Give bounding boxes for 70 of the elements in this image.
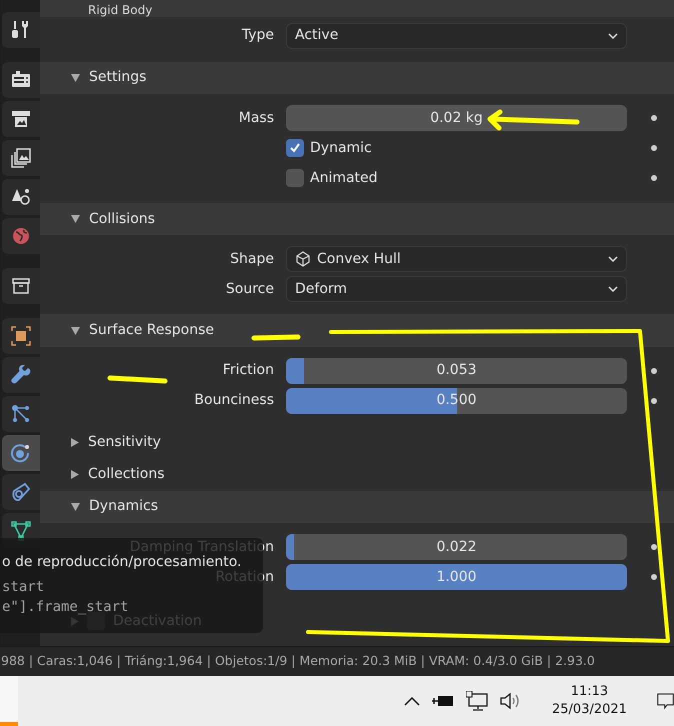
- field-label: Shape: [230, 250, 274, 267]
- dropdown[interactable]: Deform: [286, 276, 627, 302]
- camera-back-icon: [11, 70, 31, 90]
- field-label: Source: [226, 280, 274, 297]
- tooltip-text: o de reproducción/procesamiento.: [2, 554, 242, 570]
- properties-tab[interactable]: [2, 357, 40, 393]
- collapsed-triangle-icon[interactable]: [71, 438, 79, 447]
- expanded-triangle-icon[interactable]: [71, 502, 80, 511]
- section-header[interactable]: Collections: [88, 464, 165, 485]
- battery-plug-icon[interactable]: [432, 694, 454, 708]
- object-square-icon: [11, 326, 31, 346]
- annotation-stroke: [252, 334, 300, 340]
- section-header[interactable]: Dynamics: [89, 496, 158, 518]
- box-icon: [11, 276, 31, 296]
- chevron-up-icon[interactable]: [404, 696, 420, 706]
- chevron-down-icon: [608, 256, 618, 262]
- dropdown[interactable]: Active: [286, 22, 627, 49]
- slider-field[interactable]: 0.053: [286, 358, 627, 384]
- status-text: 988 | Caras:1,046 | Triáng:1,964 | Objetos:1/9 | Memoria: 20.3 MiB | VRAM: 0.4/3.0 GiB | 2.93.0: [0, 652, 595, 670]
- expanded-triangle-icon[interactable]: [71, 326, 80, 335]
- checkbox-label: Dynamic: [310, 138, 372, 158]
- checkbox-label: Animated: [310, 168, 378, 188]
- clock-time: 11:13: [570, 683, 608, 701]
- checkbox[interactable]: [286, 139, 304, 158]
- checkbox[interactable]: [286, 169, 304, 188]
- properties-tab[interactable]: [2, 179, 40, 215]
- section-header[interactable]: Sensitivity: [88, 432, 161, 453]
- properties-tab[interactable]: [2, 140, 40, 176]
- printer-icon: [11, 109, 31, 129]
- properties-tab[interactable]: [2, 318, 40, 354]
- field-label: Type: [242, 27, 274, 44]
- chevron-down-icon: [608, 286, 618, 292]
- number-field[interactable]: 0.02 kg: [286, 105, 627, 132]
- section-header[interactable]: Collisions: [89, 208, 155, 230]
- field-label: Mass: [238, 110, 274, 126]
- slider-field[interactable]: 0.022: [286, 534, 627, 560]
- screwdriver-wrench-icon: [11, 20, 31, 40]
- section-header[interactable]: Settings: [89, 67, 146, 88]
- tick-icon: [289, 142, 301, 154]
- properties-tab[interactable]: [2, 12, 40, 48]
- triangle-mesh-icon: [11, 521, 31, 541]
- globe-icon: [11, 226, 31, 246]
- properties-tab[interactable]: [2, 474, 40, 510]
- clock-date: 25/03/2021: [552, 701, 627, 719]
- speech-bubble-icon[interactable]: [656, 691, 674, 711]
- clock[interactable]: 11:13 25/03/2021: [552, 683, 627, 719]
- panel-title[interactable]: Rigid Body: [88, 2, 152, 17]
- orbit-icon: [11, 443, 31, 463]
- wrench-icon: [11, 365, 31, 385]
- field-label: Friction: [222, 362, 274, 378]
- linked-rings-icon: [11, 482, 31, 502]
- field-label: Bounciness: [194, 392, 274, 408]
- properties-tab[interactable]: [2, 101, 40, 137]
- chevron-down-icon: [608, 32, 618, 39]
- expanded-triangle-icon[interactable]: [71, 215, 80, 224]
- dropdown[interactable]: Convex Hull: [286, 246, 627, 272]
- taskbar-app-tile[interactable]: [0, 676, 18, 726]
- collapsed-triangle-icon[interactable]: [71, 470, 79, 479]
- expanded-triangle-icon[interactable]: [71, 74, 80, 82]
- annotation-stroke: [108, 376, 168, 384]
- stacked-images-icon: [11, 148, 31, 168]
- section-header[interactable]: Surface Response: [89, 320, 214, 342]
- properties-tab[interactable]: [2, 62, 40, 98]
- properties-tab[interactable]: [2, 396, 40, 432]
- cone-sphere-icon: [11, 187, 31, 207]
- node-graph-icon: [11, 404, 31, 424]
- tooltip-code: e"].frame_start: [2, 598, 128, 615]
- tooltip-code: start: [2, 578, 44, 597]
- properties-tab[interactable]: [2, 268, 40, 304]
- network-monitor-icon[interactable]: [466, 691, 488, 711]
